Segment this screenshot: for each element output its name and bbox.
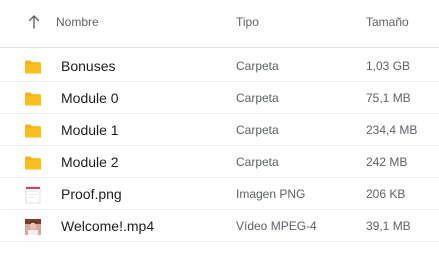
file-type: Carpeta xyxy=(236,155,279,169)
column-header-size[interactable]: Tamaño xyxy=(366,15,409,29)
file-row-bonuses[interactable]: Bonuses Carpeta 1,03 GB xyxy=(0,50,439,82)
file-type: Imagen PNG xyxy=(236,187,306,201)
file-name: Module 2 xyxy=(61,154,119,170)
file-type: Carpeta xyxy=(236,123,279,137)
folder-icon xyxy=(25,124,41,138)
file-size: 206 KB xyxy=(366,187,406,201)
file-type: Carpeta xyxy=(236,91,279,105)
file-list-header: Nombre Tipo Tamaño xyxy=(0,0,439,48)
file-size: 242 MB xyxy=(366,155,408,169)
file-size: 234,4 MB xyxy=(366,123,418,137)
video-thumbnail-icon xyxy=(25,219,41,235)
arrow-up-icon[interactable] xyxy=(27,14,41,30)
folder-icon xyxy=(25,92,41,106)
file-name: Module 0 xyxy=(61,90,119,106)
file-name: Module 1 xyxy=(61,122,119,138)
file-row-proof-png[interactable]: Proof.png Imagen PNG 206 KB xyxy=(0,178,439,210)
folder-icon xyxy=(25,156,41,170)
file-name: Welcome!.mp4 xyxy=(61,218,155,234)
file-row-module-0[interactable]: Module 0 Carpeta 75,1 MB xyxy=(0,82,439,114)
file-size: 39,1 MB xyxy=(366,219,411,233)
image-file-icon xyxy=(25,186,41,204)
file-type: Carpeta xyxy=(236,59,279,73)
file-size: 1,03 GB xyxy=(366,59,411,73)
column-header-type[interactable]: Tipo xyxy=(236,15,259,29)
folder-icon xyxy=(25,60,41,74)
file-type: Vídeo MPEG-4 xyxy=(236,219,317,233)
file-row-module-1[interactable]: Module 1 Carpeta 234,4 MB xyxy=(0,114,439,146)
file-name: Bonuses xyxy=(61,58,116,74)
file-size: 75,1 MB xyxy=(366,91,411,105)
file-row-module-2[interactable]: Module 2 Carpeta 242 MB xyxy=(0,146,439,178)
column-header-name[interactable]: Nombre xyxy=(56,15,99,29)
file-name: Proof.png xyxy=(61,186,122,202)
file-row-welcome-mp4[interactable]: Welcome!.mp4 Vídeo MPEG-4 39,1 MB xyxy=(0,210,439,242)
